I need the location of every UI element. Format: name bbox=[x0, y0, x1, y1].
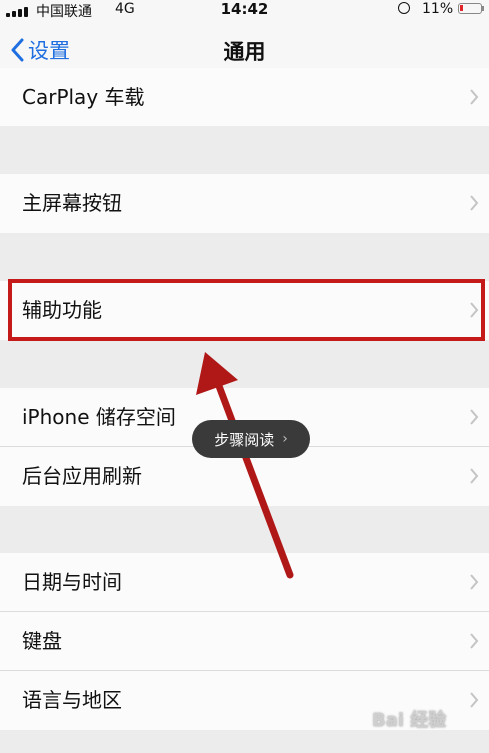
list-item-carplay[interactable]: CarPlay 车载 bbox=[0, 68, 489, 126]
settings-group-accessibility: 辅助功能 bbox=[0, 281, 489, 340]
toast-label: 步骤阅读 bbox=[214, 430, 275, 449]
status-bar: 中国联通 4G 14:42 11% bbox=[0, 0, 489, 20]
list-item-label: 主屏幕按钮 bbox=[22, 191, 122, 215]
chevron-right-icon bbox=[470, 409, 479, 425]
chevron-right-icon bbox=[470, 633, 479, 649]
list-item-date-time[interactable]: 日期与时间 bbox=[0, 553, 489, 612]
list-item-home-button[interactable]: 主屏幕按钮 bbox=[0, 174, 489, 233]
settings-group-locale: 日期与时间 键盘 语言与地区 bbox=[0, 553, 489, 730]
chevron-right-icon bbox=[470, 468, 479, 484]
settings-group-home-button: 主屏幕按钮 bbox=[0, 174, 489, 233]
chevron-right-icon: › bbox=[282, 431, 288, 447]
step-reading-toast[interactable]: 步骤阅读 › bbox=[192, 420, 310, 458]
list-item-label: CarPlay 车载 bbox=[22, 85, 145, 109]
list-item-label: 后台应用刷新 bbox=[22, 464, 142, 488]
list-item-label: 语言与地区 bbox=[22, 688, 122, 712]
page-title: 通用 bbox=[223, 40, 266, 64]
list-item-accessibility[interactable]: 辅助功能 bbox=[0, 281, 489, 340]
chevron-right-icon bbox=[470, 574, 479, 590]
list-item-label: 辅助功能 bbox=[22, 298, 102, 322]
chevron-right-icon bbox=[470, 89, 479, 105]
battery-percent: 11% bbox=[422, 1, 454, 17]
list-item-label: iPhone 储存空间 bbox=[22, 405, 176, 429]
watermark: Bai 经验 bbox=[372, 710, 447, 731]
chevron-right-icon bbox=[470, 692, 479, 708]
list-item-label: 日期与时间 bbox=[22, 570, 122, 594]
list-item-label: 键盘 bbox=[22, 629, 62, 653]
battery-icon bbox=[458, 3, 482, 14]
list-item-keyboard[interactable]: 键盘 bbox=[0, 612, 489, 671]
battery-cap bbox=[482, 6, 484, 11]
chevron-right-icon bbox=[470, 302, 479, 318]
clock: 14:42 bbox=[220, 0, 269, 18]
chevron-right-icon bbox=[470, 195, 479, 211]
rotation-lock-icon bbox=[398, 2, 410, 14]
settings-group-carplay: CarPlay 车载 bbox=[0, 68, 489, 126]
